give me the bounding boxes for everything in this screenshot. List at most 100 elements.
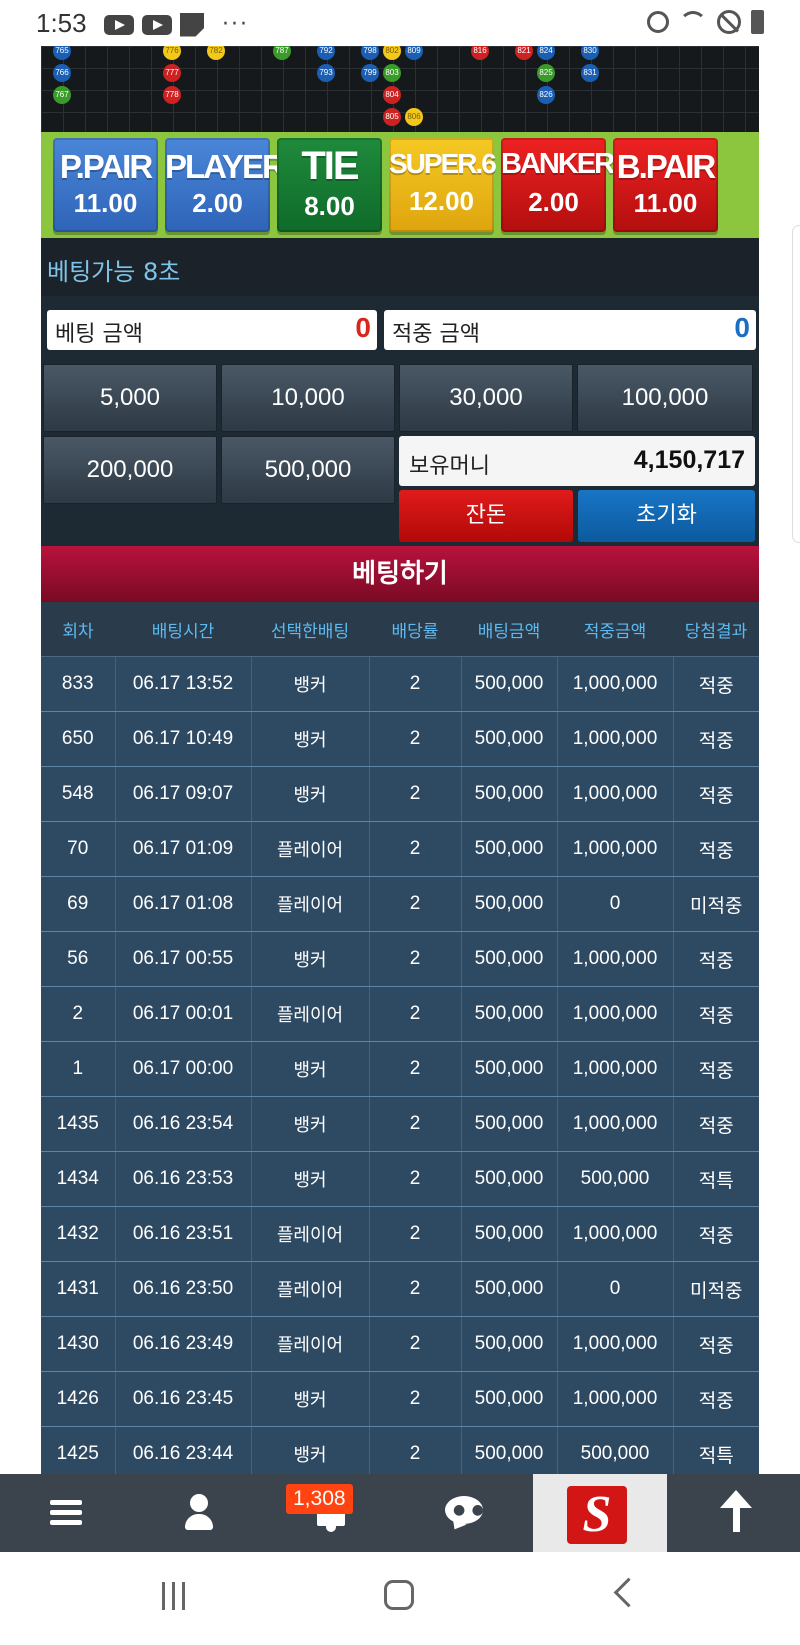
road-bead: 804 bbox=[383, 86, 401, 104]
cell-round: 548 bbox=[41, 766, 115, 822]
table-row: 1430 06.16 23:49 플레이어 2 500,000 1,000,000 적중 bbox=[41, 1316, 759, 1372]
notifications-button[interactable]: 1,308 bbox=[266, 1474, 399, 1552]
chip-200000-button[interactable]: 200,000 bbox=[43, 436, 217, 504]
site-logo-button[interactable]: S bbox=[533, 1474, 667, 1552]
table-row: 70 06.17 01:09 플레이어 2 500,000 1,000,000 적중 bbox=[41, 821, 759, 877]
cell-round: 833 bbox=[41, 656, 115, 712]
cell-result: 적중 bbox=[672, 711, 759, 767]
bell-icon-clapper bbox=[326, 1526, 336, 1532]
chip-500000-button[interactable]: 500,000 bbox=[221, 436, 395, 504]
user-icon bbox=[190, 1494, 208, 1512]
user-icon-body bbox=[185, 1514, 213, 1530]
road-bead: 824 bbox=[537, 46, 555, 60]
home-button[interactable] bbox=[384, 1580, 414, 1610]
status-time: 1:53 bbox=[36, 8, 87, 38]
cell-time: 06.16 23:49 bbox=[114, 1316, 251, 1372]
cell-bet-amount: 500,000 bbox=[460, 656, 557, 712]
note-icon bbox=[180, 12, 204, 37]
road-bead: 765 bbox=[53, 46, 71, 60]
chip-100000-button[interactable]: 100,000 bbox=[577, 364, 753, 432]
cell-win-amount: 0 bbox=[556, 876, 673, 932]
bet-player-pair-button[interactable]: P.PAIR 11.00 bbox=[53, 138, 158, 232]
bet-odds: 2.00 bbox=[192, 188, 243, 218]
table-row: 69 06.17 01:08 플레이어 2 500,000 0 미적중 bbox=[41, 876, 759, 932]
recent-apps-button[interactable] bbox=[162, 1582, 192, 1610]
cell-round: 1435 bbox=[41, 1096, 115, 1152]
cell-odds: 2 bbox=[368, 1151, 461, 1207]
place-bet-button[interactable]: 베팅하기 bbox=[41, 546, 759, 602]
cell-choice: 뱅커 bbox=[250, 1426, 369, 1474]
arrow-up-icon-shaft bbox=[733, 1506, 740, 1532]
edge-panel-handle[interactable] bbox=[792, 225, 800, 543]
profile-button[interactable] bbox=[133, 1474, 266, 1552]
cell-result: 적중 bbox=[672, 821, 759, 877]
bet-amount-value: 0 bbox=[355, 312, 371, 343]
more-notifications-icon: ··· bbox=[222, 12, 249, 37]
col-header-bet-amount: 배팅금액 bbox=[461, 602, 557, 657]
road-bead: 826 bbox=[537, 86, 555, 104]
chip-5000-button[interactable]: 5,000 bbox=[43, 364, 217, 432]
col-header-odds: 배당률 bbox=[369, 602, 461, 657]
cell-result: 적중 bbox=[672, 986, 759, 1042]
battery-icon bbox=[751, 10, 764, 34]
change-button[interactable]: 잔돈 bbox=[399, 490, 573, 542]
road-bead: 802 bbox=[383, 46, 401, 60]
cell-time: 06.16 23:51 bbox=[114, 1206, 251, 1262]
chip-10000-button[interactable]: 10,000 bbox=[221, 364, 395, 432]
cell-bet-amount: 500,000 bbox=[460, 1316, 557, 1372]
cell-time: 06.16 23:44 bbox=[114, 1426, 251, 1474]
cell-result: 적중 bbox=[672, 1206, 759, 1262]
cell-win-amount: 1,000,000 bbox=[556, 1371, 673, 1427]
bet-player-button[interactable]: PLAYER 2.00 bbox=[165, 138, 286, 232]
bet-odds: 11.00 bbox=[633, 188, 698, 218]
cell-choice: 뱅커 bbox=[250, 1371, 369, 1427]
cell-time: 06.17 10:49 bbox=[114, 711, 251, 767]
cell-result: 적중 bbox=[672, 766, 759, 822]
bet-amount-label: 베팅 금액 bbox=[55, 322, 143, 347]
cell-win-amount: 1,000,000 bbox=[556, 711, 673, 767]
betting-timer: 베팅가능 8초 bbox=[47, 258, 181, 286]
table-row: 1435 06.16 23:54 뱅커 2 500,000 1,000,000 적중 bbox=[41, 1096, 759, 1152]
holding-money-label: 보유머니 bbox=[409, 454, 490, 479]
cell-round: 650 bbox=[41, 711, 115, 767]
cell-bet-amount: 500,000 bbox=[460, 931, 557, 987]
youtube-icon bbox=[104, 14, 134, 35]
bet-banker-button[interactable]: BANKER 2.00 bbox=[501, 138, 615, 232]
cell-odds: 2 bbox=[368, 1206, 461, 1262]
bet-name: PLAYER bbox=[165, 148, 286, 185]
bet-tie-button[interactable]: TIE 8.00 bbox=[277, 138, 382, 232]
road-bead: 816 bbox=[471, 46, 489, 60]
road-bead: 782 bbox=[207, 46, 225, 60]
road-bead: 799 bbox=[361, 64, 379, 82]
cell-result: 적중 bbox=[672, 656, 759, 712]
back-button[interactable] bbox=[613, 1577, 644, 1608]
chip-30000-button[interactable]: 30,000 bbox=[399, 364, 573, 432]
cell-choice: 플레이어 bbox=[250, 821, 369, 877]
cell-round: 56 bbox=[41, 931, 115, 987]
cell-choice: 뱅커 bbox=[250, 1041, 369, 1097]
cell-choice: 뱅커 bbox=[250, 711, 369, 767]
col-header-round: 회차 bbox=[41, 602, 115, 657]
scroll-top-button[interactable] bbox=[713, 1474, 800, 1552]
cell-bet-amount: 500,000 bbox=[460, 1261, 557, 1317]
bet-super6-button[interactable]: SUPER.6 12.00 bbox=[389, 138, 497, 232]
cell-result: 적중 bbox=[672, 1371, 759, 1427]
road-bead: 825 bbox=[537, 64, 555, 82]
chat-button[interactable]: ● ● ● bbox=[399, 1474, 532, 1552]
reset-button[interactable]: 초기화 bbox=[578, 490, 755, 542]
bet-odds: 8.00 bbox=[304, 191, 355, 221]
bet-amount-box: 베팅 금액 0 bbox=[47, 310, 377, 350]
cell-bet-amount: 500,000 bbox=[460, 1206, 557, 1262]
cell-odds: 2 bbox=[368, 711, 461, 767]
cell-win-amount: 500,000 bbox=[556, 1426, 673, 1474]
table-row: 650 06.17 10:49 뱅커 2 500,000 1,000,000 적중 bbox=[41, 711, 759, 767]
road-bead: 805 bbox=[383, 108, 401, 126]
bet-banker-pair-button[interactable]: B.PAIR 11.00 bbox=[613, 138, 718, 232]
menu-icon bbox=[50, 1500, 82, 1526]
col-header-choice: 선택한배팅 bbox=[251, 602, 369, 657]
cell-win-amount: 1,000,000 bbox=[556, 1316, 673, 1372]
cell-round: 70 bbox=[41, 821, 115, 877]
road-bead: 831 bbox=[581, 64, 599, 82]
menu-button[interactable] bbox=[0, 1474, 133, 1552]
cell-odds: 2 bbox=[368, 766, 461, 822]
